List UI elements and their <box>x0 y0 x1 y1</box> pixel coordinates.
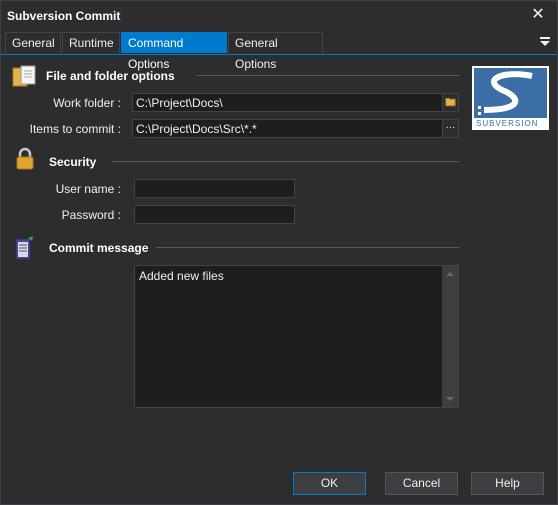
items-to-commit-label: Items to commit : <box>29 122 121 136</box>
work-folder-label: Work folder : <box>53 96 121 110</box>
scroll-up-icon[interactable] <box>446 272 454 276</box>
commit-message-scrollbar[interactable] <box>442 266 458 407</box>
section-divider <box>197 75 459 76</box>
dialog-window: Subversion Commit ✕ General Runtime Comm… <box>0 0 558 505</box>
tab-menu-icon[interactable] <box>539 35 551 49</box>
work-folder-value: C:\Project\Docs\ <box>136 96 223 110</box>
section-divider <box>156 247 459 248</box>
commit-message-textarea[interactable]: Added new files <box>134 265 459 408</box>
section-title-files: File and folder options <box>46 69 175 83</box>
section-title-security: Security <box>49 155 97 169</box>
tab-general[interactable]: General <box>5 32 61 53</box>
help-button[interactable]: Help <box>471 472 544 495</box>
folder-files-icon <box>12 65 36 87</box>
scroll-down-icon[interactable] <box>446 397 454 401</box>
notes-icon <box>15 236 33 260</box>
username-label: User name : <box>55 182 121 196</box>
work-folder-field[interactable]: C:\Project\Docs\ <box>132 93 459 112</box>
commit-message-text: Added new files <box>139 269 224 283</box>
section-title-message: Commit message <box>49 241 149 255</box>
tab-runtime[interactable]: Runtime <box>62 32 120 53</box>
close-icon[interactable]: ✕ <box>529 6 547 24</box>
window-title: Subversion Commit <box>7 9 121 23</box>
tab-bar: General Runtime Command Options General … <box>1 31 557 71</box>
ok-button[interactable]: OK <box>293 472 366 495</box>
items-to-commit-value: C:\Project\Docs\Src\*.* <box>136 122 257 136</box>
tab-command-options[interactable]: Command Options <box>121 32 227 71</box>
subversion-logo: SUBVERSION <box>472 66 549 130</box>
title-bar: Subversion Commit ✕ <box>1 1 557 31</box>
browse-folder-icon[interactable] <box>442 94 458 111</box>
password-input[interactable] <box>134 205 295 224</box>
logo-text: SUBVERSION <box>476 119 539 128</box>
password-label: Password : <box>61 208 121 222</box>
items-to-commit-field[interactable]: C:\Project\Docs\Src\*.* <box>132 119 459 138</box>
padlock-icon <box>16 147 34 170</box>
tab-general-options[interactable]: General Options <box>228 32 323 71</box>
section-divider <box>112 161 459 162</box>
browse-items-button[interactable]: ··· <box>442 120 458 137</box>
cancel-button[interactable]: Cancel <box>385 472 458 495</box>
username-input[interactable] <box>134 179 295 198</box>
